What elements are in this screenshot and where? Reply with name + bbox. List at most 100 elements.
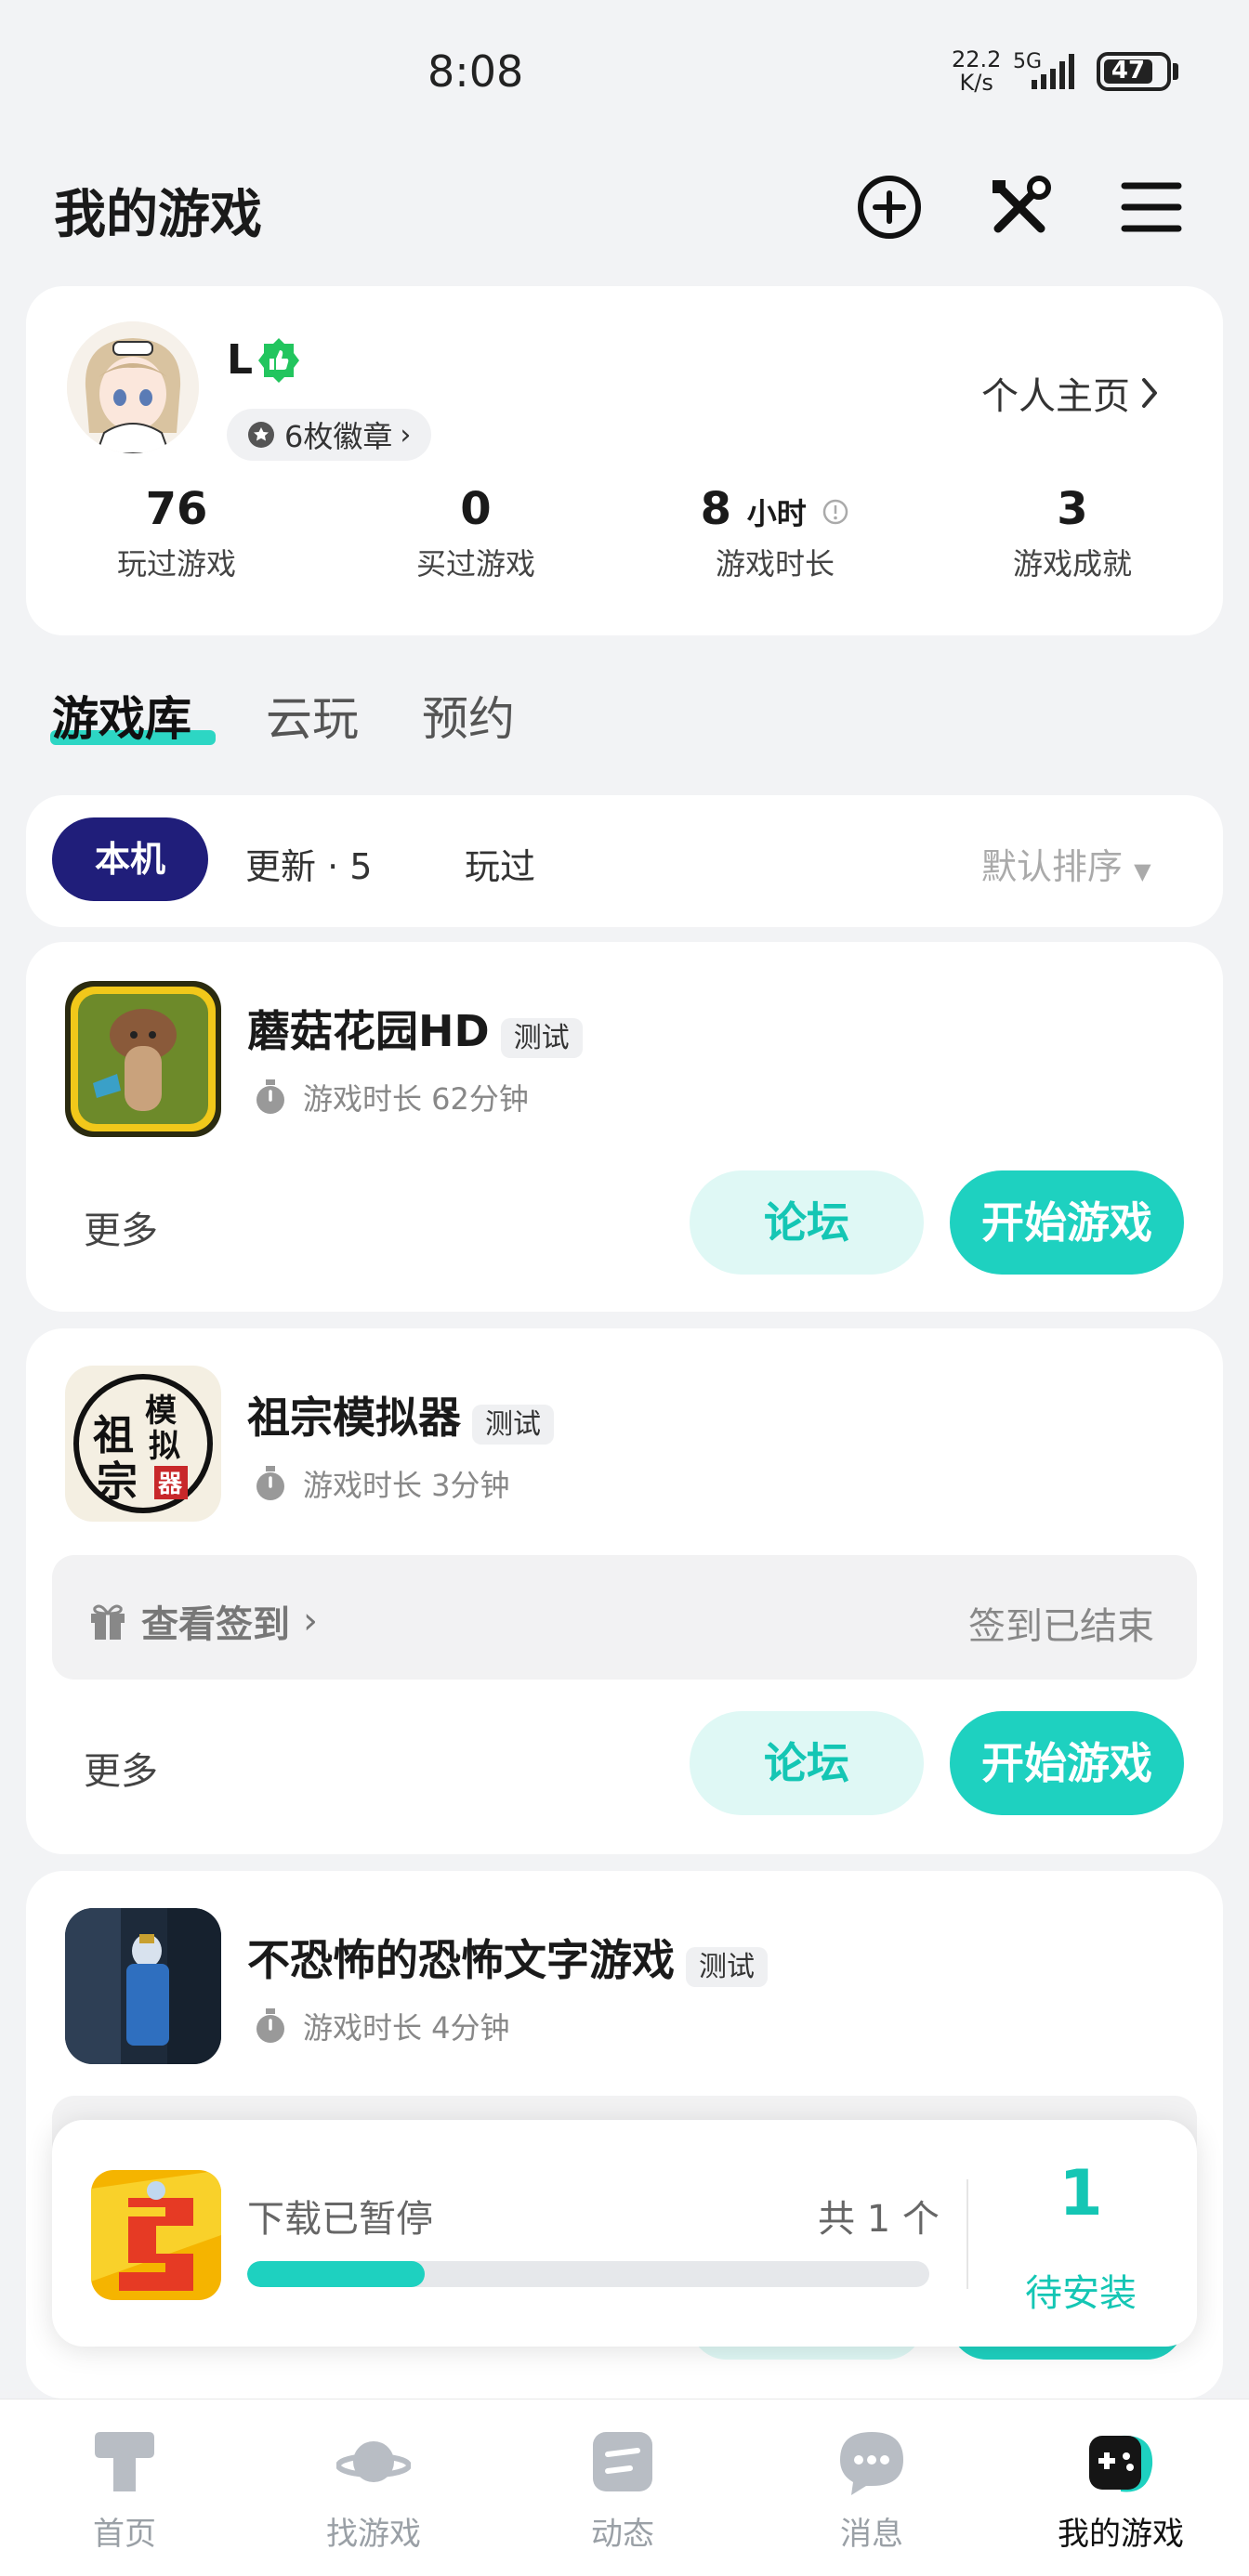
icon-char: 拟	[149, 1428, 180, 1465]
like-badge-icon	[258, 338, 299, 383]
battery-icon: 47	[1097, 52, 1171, 91]
game-name: 不恐怖的恐怖文字游戏	[247, 1935, 675, 1985]
mushroom-game-art	[65, 981, 221, 1137]
info-icon[interactable]	[822, 498, 849, 526]
ancestor-game-art: 祖 宗 模 拟 器	[65, 1366, 221, 1522]
signin-status: 签到已结束	[968, 1605, 1154, 1648]
nav-label: 找游戏	[326, 2516, 421, 2553]
stat-unit: 小时	[746, 496, 807, 531]
signal-icon	[1032, 54, 1074, 89]
chevron-right-icon: ›	[400, 418, 412, 451]
start-game-button[interactable]: 开始游戏	[950, 1170, 1184, 1275]
test-tag: 测试	[472, 1404, 554, 1445]
username: L	[227, 336, 254, 384]
signin-label: 查看签到	[141, 1603, 290, 1646]
tools-icon[interactable]	[985, 173, 1054, 242]
signin-link[interactable]: 查看签到 ›	[87, 1594, 318, 1648]
playtime-row: 游戏时长 4分钟	[251, 2005, 510, 2047]
sort-label: 默认排序	[981, 846, 1124, 887]
medal-icon	[248, 422, 274, 448]
game-icon-ancestor[interactable]: 祖 宗 模 拟 器	[65, 1366, 221, 1522]
nav-label: 我的游戏	[1058, 2516, 1184, 2553]
stat-play-time[interactable]: 8 小时 游戏时长	[636, 483, 914, 583]
download-status: 下载已暂停	[247, 2198, 433, 2241]
game-icon-mushroom[interactable]	[65, 981, 221, 1137]
add-circle-icon[interactable]	[855, 173, 924, 242]
download-game-icon	[91, 2170, 221, 2300]
nav-label: 首页	[93, 2516, 156, 2553]
tab-game-library[interactable]: 游戏库	[52, 682, 191, 749]
playtime-text: 游戏时长 3分钟	[303, 1468, 510, 1503]
home-icon	[95, 2432, 154, 2491]
planet-icon	[336, 2441, 411, 2482]
gamepad-icon	[1089, 2435, 1153, 2492]
gift-icon	[91, 1604, 125, 1640]
nav-messages[interactable]: 消息	[779, 2425, 965, 2554]
start-game-button[interactable]: 开始游戏	[950, 1711, 1184, 1815]
tab-reservation[interactable]: 预约	[422, 682, 515, 749]
icon-char: 器	[157, 1471, 183, 1498]
avatar-illustration	[67, 321, 199, 453]
stat-value: 8	[700, 483, 731, 535]
sort-dropdown[interactable]: 默认排序 ▼	[981, 838, 1151, 889]
stopwatch-icon	[256, 1079, 284, 1114]
game-icon-horror-text[interactable]	[65, 1908, 221, 2064]
more-button[interactable]: 更多	[84, 1741, 158, 1795]
game-name: 蘑菇花园HD	[247, 1006, 490, 1056]
stat-bought-games[interactable]: 0 买过游戏	[336, 483, 615, 583]
pending-install-label[interactable]: 待安装	[985, 2263, 1177, 2317]
stat-value-row: 8 小时	[636, 483, 914, 535]
nav-home[interactable]: 首页	[32, 2425, 217, 2554]
stat-achievements[interactable]: 3 游戏成就	[933, 483, 1212, 583]
dancing-line-art	[91, 2170, 221, 2300]
test-tag: 测试	[500, 1017, 583, 1058]
network-speed: 22.2 K/s	[952, 48, 1001, 95]
nav-label: 动态	[591, 2516, 654, 2553]
network-speed-unit: K/s	[959, 70, 993, 96]
nav-find-games[interactable]: 找游戏	[281, 2425, 467, 2554]
homepage-label: 个人主页	[981, 375, 1130, 418]
test-tag: 测试	[686, 1946, 768, 1987]
badges-count: 6枚徽章	[284, 419, 393, 454]
menu-icon[interactable]	[1117, 173, 1186, 242]
battery-level: 47	[1111, 57, 1146, 85]
icon-char: 模	[145, 1393, 177, 1430]
game-title: 蘑菇花园HD 测试	[247, 998, 583, 1059]
forum-button[interactable]: 论坛	[690, 1170, 924, 1275]
nav-my-games[interactable]: 我的游戏	[1028, 2425, 1214, 2554]
icon-char: 祖	[93, 1412, 134, 1459]
filter-played[interactable]: 玩过	[465, 838, 535, 889]
stopwatch-icon	[256, 1466, 284, 1500]
tab-cloud-play[interactable]: 云玩	[266, 682, 359, 749]
download-progress-bar	[247, 2261, 929, 2287]
download-count: 共 1 个	[818, 2198, 940, 2241]
playtime-row: 游戏时长 62分钟	[251, 1076, 529, 1118]
badges-button[interactable]: 6枚徽章 ›	[227, 409, 432, 461]
chat-bubble-icon	[840, 2432, 903, 2495]
homepage-link[interactable]: 个人主页	[981, 366, 1160, 420]
page-title: 我的游戏	[54, 185, 262, 245]
feed-icon	[593, 2432, 652, 2491]
pending-install-count[interactable]: 1	[985, 2157, 1177, 2230]
divider	[966, 2179, 968, 2289]
more-button[interactable]: 更多	[84, 1200, 158, 1254]
forum-button[interactable]: 论坛	[690, 1711, 924, 1815]
icon-char: 宗	[97, 1458, 138, 1506]
filter-updates[interactable]: 更新 · 5	[245, 838, 372, 889]
nav-label: 消息	[840, 2516, 903, 2553]
avatar[interactable]	[67, 321, 199, 453]
stat-label: 玩过游戏	[116, 546, 236, 582]
network-speed-value: 22.2	[952, 46, 1002, 72]
stopwatch-icon	[256, 2008, 284, 2043]
playtime-row: 游戏时长 3分钟	[251, 1462, 510, 1505]
stat-label: 游戏成就	[1012, 546, 1132, 582]
nav-feed[interactable]: 动态	[530, 2425, 716, 2554]
horror-game-art	[65, 1908, 221, 2064]
stat-value: 3	[1057, 483, 1088, 535]
game-title: 不恐怖的恐怖文字游戏 测试	[247, 1927, 768, 1988]
playtime-text: 游戏时长 4分钟	[303, 2010, 510, 2046]
filter-local[interactable]: 本机	[52, 817, 208, 901]
stat-label: 游戏时长	[715, 546, 835, 582]
battery-cap	[1173, 63, 1178, 80]
stat-played-games[interactable]: 76 玩过游戏	[37, 483, 316, 583]
